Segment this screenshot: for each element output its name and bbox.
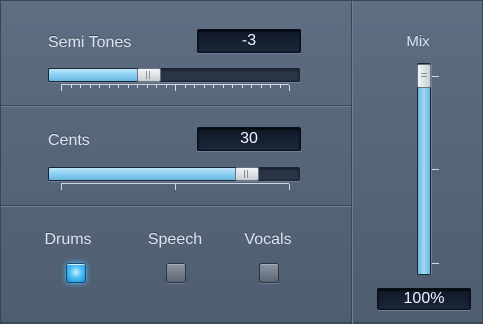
scale-tick <box>175 184 176 190</box>
speech-button[interactable] <box>166 263 186 283</box>
mix-tick-top <box>432 76 439 77</box>
pitch-shifter-plugin: Semi Tones -3 Cents 30 Drums Speech Voca… <box>0 0 483 324</box>
mix-label: Mix <box>406 33 430 50</box>
scale-tick <box>289 184 290 190</box>
scale-tick <box>61 184 62 190</box>
scale-tick <box>90 85 91 88</box>
scale-tick <box>232 85 233 88</box>
vocals-button[interactable] <box>259 263 279 283</box>
cents-value-field[interactable]: 30 <box>197 127 301 151</box>
speech-label: Speech <box>147 231 203 248</box>
semitones-slider[interactable] <box>48 68 300 82</box>
cents-slider[interactable] <box>48 167 300 181</box>
vocals-label: Vocals <box>244 231 292 248</box>
cents-scale <box>61 183 290 190</box>
scale-tick <box>204 85 205 88</box>
semitones-slider-handle[interactable] <box>137 68 161 82</box>
semitones-slider-fill <box>49 69 149 81</box>
scale-tick <box>128 85 129 88</box>
scale-tick <box>261 85 262 88</box>
cents-panel: Cents 30 <box>1 107 351 206</box>
scale-tick <box>156 85 157 88</box>
scale-tick <box>289 85 290 91</box>
scale-tick <box>147 85 148 88</box>
scale-tick <box>194 85 195 88</box>
scale-tick <box>118 85 119 88</box>
mix-slider-handle[interactable] <box>417 64 431 88</box>
cents-slider-handle[interactable] <box>235 167 259 181</box>
scale-tick <box>242 85 243 88</box>
semitones-scale <box>61 84 290 91</box>
mix-tick-bottom <box>432 263 439 264</box>
semitones-label: Semi Tones <box>48 34 132 51</box>
mode-panel: Drums Speech Vocals <box>1 207 351 324</box>
mix-tick-mid <box>432 169 439 170</box>
scale-tick <box>71 85 72 88</box>
scale-tick <box>175 85 176 91</box>
scale-tick <box>166 85 167 88</box>
drums-label: Drums <box>44 231 92 248</box>
mix-slider-fill <box>418 64 430 274</box>
semitones-value-field[interactable]: -3 <box>197 29 301 53</box>
scale-tick <box>280 85 281 88</box>
scale-tick <box>99 85 100 88</box>
drums-button[interactable] <box>66 263 86 283</box>
cents-slider-fill <box>49 168 247 180</box>
cents-label: Cents <box>48 132 90 149</box>
semitones-panel: Semi Tones -3 <box>1 1 351 106</box>
scale-tick <box>109 85 110 88</box>
scale-tick <box>223 85 224 88</box>
scale-tick <box>213 85 214 88</box>
scale-tick <box>80 85 81 88</box>
scale-tick <box>185 85 186 88</box>
mix-value-field[interactable]: 100% <box>377 288 471 310</box>
scale-tick <box>251 85 252 88</box>
scale-tick <box>61 85 62 91</box>
scale-tick <box>137 85 138 88</box>
scale-tick <box>270 85 271 88</box>
mix-slider[interactable] <box>417 63 431 275</box>
